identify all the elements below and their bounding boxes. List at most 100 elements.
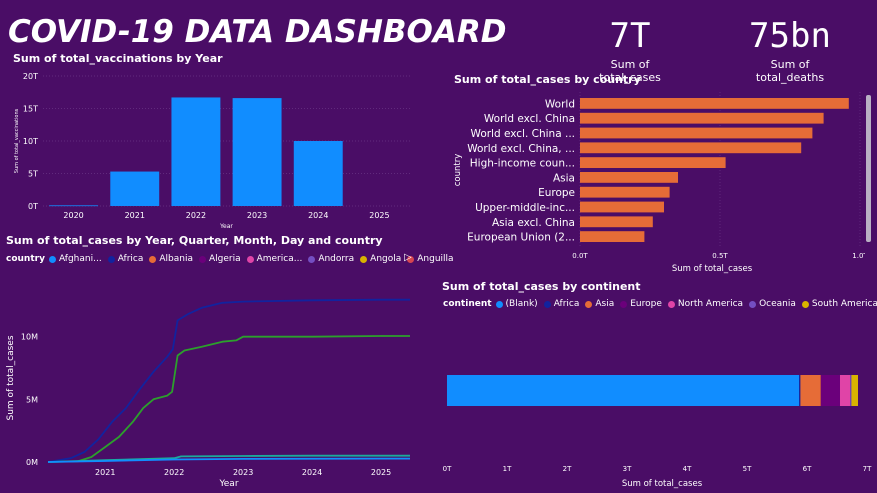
x-tick-label: 0.0T [572,252,588,260]
stack-segment [800,375,821,406]
x-tick-label: 2020 [63,211,83,220]
x-tick-label: 2022 [164,468,184,477]
legend-label: South America [811,299,877,309]
y-tick-label: Asia excl. China [492,217,575,229]
stack-segment [820,375,840,406]
stack-segment [840,375,851,406]
x-tick-label: 2021 [95,468,115,477]
series-line [47,335,410,463]
legend-label: Europe [630,299,662,309]
legend-marker [749,300,757,308]
legend-label: Albania [159,254,193,264]
x-tick-label: 0T [443,465,452,473]
bar-row [580,216,653,228]
legend-marker [107,255,115,263]
country-chart-scrollbar[interactable] [866,95,871,242]
x-axis-label: Sum of total_cases [622,479,703,489]
kpi-total-deaths[interactable]: 75bn Sum of total_deaths [738,18,842,84]
legend-item[interactable]: (Blank) [495,299,538,309]
legend-item[interactable]: America... [246,254,303,264]
vaccinations-chart: 0T 5T 10T 15T 20T 2020 2021 2022 2023 2024 2025 Yea… [14,72,410,230]
timeline-chart-title: Sum of total_cases by Year, Quarter, Mon… [6,234,383,247]
legend-item[interactable]: Europe [620,299,662,309]
bar-row [580,231,645,242]
timeline-legend: country Afghani... Africa Albania Algeria Am… [6,254,460,264]
bar-row [580,157,726,168]
series-line [47,298,410,463]
y-tick-label: 10M [21,333,38,342]
stack-segment [447,375,800,406]
x-tick-label: 1.0T [852,252,865,260]
x-axis-label: Sum of total_cases [672,264,753,274]
legend-item[interactable]: North America [667,299,744,309]
y-tick-label: 5M [26,395,38,404]
legend-marker [360,255,368,263]
legend-label: North America [677,299,744,309]
legend-next-arrow-icon[interactable]: ▷ [404,252,412,263]
y-tick-label: 0T [28,202,38,211]
x-tick-label: 2023 [247,211,267,220]
legend-label: America... [256,254,303,264]
kpi-total-deaths-value: 75bn [749,16,831,56]
bar-2022 [171,97,221,206]
x-axis-label: Year [218,479,238,489]
stack-segment [851,375,858,406]
legend-label: (Blank) [505,299,538,309]
country-chart: 0.0T 0.5T 1.0T World World excl. China World … [453,92,865,274]
stack-segment [799,375,801,406]
y-axis-label: Sum of total_cases [6,335,16,420]
legend-label: Andorra [318,254,355,264]
x-tick-label: 5T [743,465,752,473]
y-tick-label: Europe [538,187,575,199]
continent-chart: 0T 1T 2T 3T 4T 5T 6T 7T Sum of total_cases [443,375,872,489]
legend-marker [667,300,675,308]
legend-item[interactable]: South America [801,299,877,309]
bar-row [580,142,802,154]
y-axis-label: Sum of total_vaccinations [14,108,20,173]
legend-item[interactable]: Andorra [308,254,354,264]
y-axis-label: country [453,154,463,187]
bar-row [580,201,664,213]
legend-item[interactable]: Africa [543,299,580,309]
legend-item[interactable]: Afghani... [48,254,102,264]
timeline-chart: 0M 5M 10M 2021 2022 2023 2024 2025 Year Sum of to… [6,298,411,489]
legend-item[interactable]: Albania [149,254,193,264]
legend-marker [149,255,157,263]
legend-label: Afghani... [58,254,102,264]
y-tick-label: World excl. China ... [471,128,575,140]
series-line [47,457,411,463]
continent-chart-title: Sum of total_cases by continent [442,280,641,293]
legend-label: Algeria [208,254,241,264]
continent-legend: continent (Blank) Africa Asia Europe North A… [443,299,877,309]
legend-label: Oceania [759,299,796,309]
y-tick-label: 15T [23,105,38,114]
legend-label: Africa [553,299,580,309]
legend-item[interactable]: Oceania [749,299,796,309]
x-tick-label: 3T [623,465,632,473]
legend-label: Africa [117,254,144,264]
x-tick-label: 0.5T [712,252,728,260]
bar-row [580,98,849,109]
y-tick-label: European Union (2... [467,232,575,244]
legend-item[interactable]: Africa [107,254,144,264]
x-tick-label: 6T [803,465,812,473]
legend-item[interactable]: Asia [585,299,614,309]
y-tick-label: World [545,98,575,110]
x-tick-label: 2025 [371,468,391,477]
x-tick-label: 2021 [125,211,145,220]
dashboard-title: COVID-19 DATA DASHBOARD [8,14,507,50]
legend-label: Angola [370,254,402,264]
y-tick-label: World excl. China, ... [467,143,575,155]
x-tick-label: 2024 [308,211,328,220]
legend-label: Asia [595,299,615,309]
bar-row [580,172,678,183]
legend-marker [246,255,254,263]
y-tick-label: World excl. China [484,113,575,125]
legend-marker [620,300,628,308]
bar-row [580,186,670,198]
x-tick-label: 4T [683,465,692,473]
x-tick-label: 1T [503,465,512,473]
legend-item[interactable]: Angola [360,254,401,264]
legend-item[interactable]: Algeria [198,254,241,264]
x-tick-label: 7T [863,465,872,473]
